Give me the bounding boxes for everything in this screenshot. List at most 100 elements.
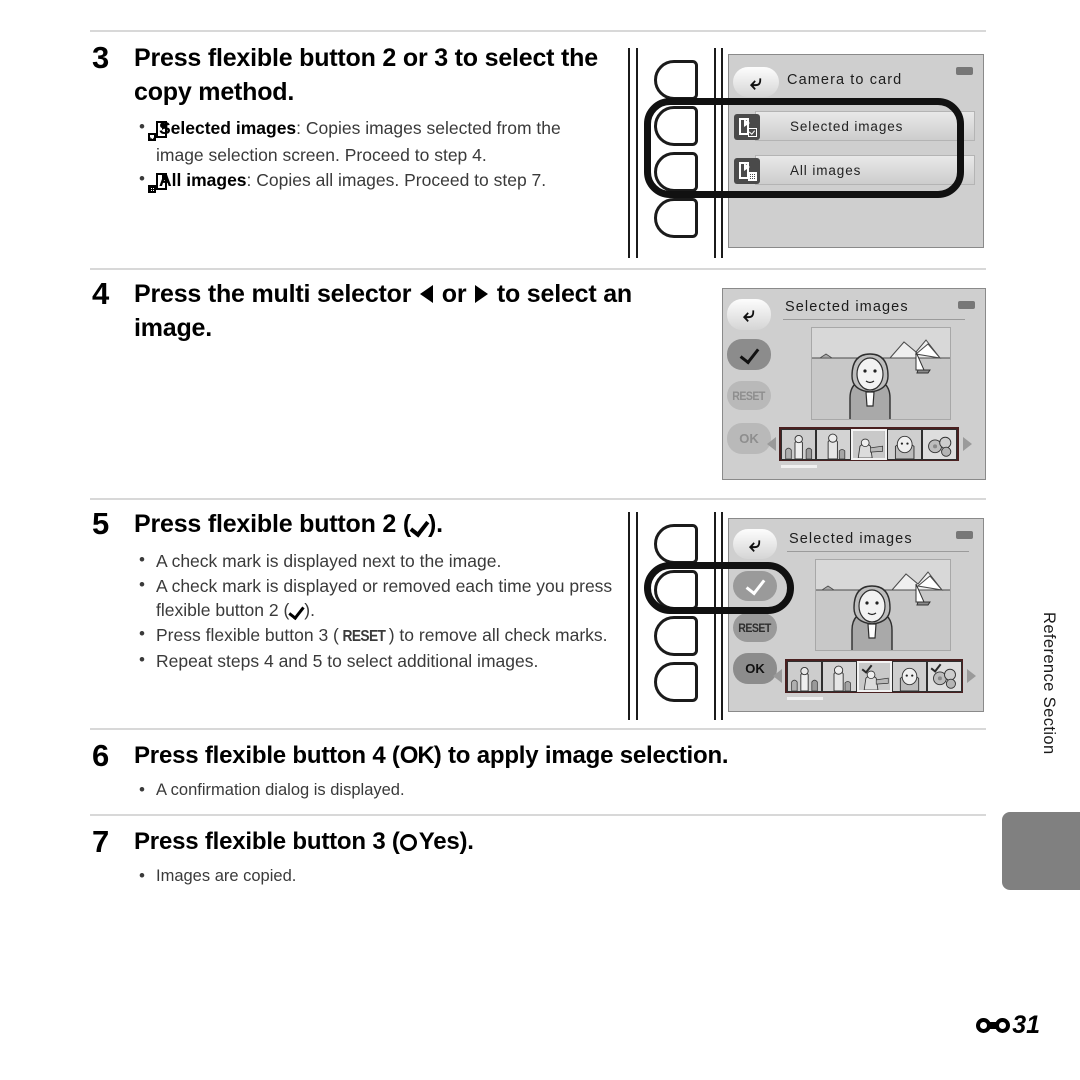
thumbnail-4[interactable] xyxy=(886,428,923,460)
lcd-screen-copy-menu: ⤷ Camera to card Selected images All ima… xyxy=(728,54,984,248)
step-7: 7 Press flexible button 3 (Yes). Images … xyxy=(92,826,972,889)
softkey-back[interactable]: ⤷ xyxy=(733,529,777,559)
section-divider xyxy=(90,30,986,32)
filmstrip-prev-arrow[interactable] xyxy=(773,669,782,683)
copy-all-icon xyxy=(734,158,760,184)
section-tab-marker xyxy=(1002,812,1080,890)
bullet-images-copied: Images are copied. xyxy=(134,864,972,888)
battery-icon xyxy=(956,531,973,539)
menu-item-all-images[interactable]: All images xyxy=(734,155,975,185)
menu-item-selected-images[interactable]: Selected images xyxy=(734,111,975,141)
step-heading-part: ). xyxy=(459,828,474,855)
softkey-check[interactable] xyxy=(733,571,777,601)
section-divider xyxy=(90,268,986,270)
check-icon xyxy=(411,519,428,535)
bullet-text: Press flexible button 3 ( xyxy=(156,624,339,645)
thumbnail-5[interactable] xyxy=(926,660,962,692)
thumbnail-2[interactable] xyxy=(821,660,857,692)
step-7-bullets: Images are copied. xyxy=(134,864,972,888)
thumbnail-filmstrip[interactable] xyxy=(785,659,963,693)
flexible-button-4[interactable] xyxy=(654,662,698,702)
lcd-screen-select-image: ⤷ RESET OK Selected images xyxy=(728,518,984,712)
thumbnail-check-icon xyxy=(862,664,871,673)
step-number: 6 xyxy=(92,738,110,773)
page-number: 31 xyxy=(1012,1011,1040,1039)
lcd-screen-select-image: ⤷ RESET OK Selected images xyxy=(722,288,986,480)
step-number: 4 xyxy=(92,276,110,311)
bullet-text: : Copies all images. Proceed to step 7. xyxy=(246,170,547,191)
step-heading: Press the multi selector or to select an… xyxy=(134,278,692,345)
bullet-check-toggle: A check mark is displayed or removed eac… xyxy=(134,573,632,622)
softkey-back[interactable]: ⤷ xyxy=(727,299,771,330)
flexible-button-1[interactable] xyxy=(654,524,698,564)
bullet-bold-label: All images xyxy=(159,170,247,191)
section-divider xyxy=(90,814,986,816)
multi-selector-right-icon xyxy=(475,285,489,303)
softkey-back[interactable]: ⤷ xyxy=(733,67,779,97)
step-5: 5 Press flexible button 2 (). A check ma… xyxy=(92,508,632,674)
image-preview xyxy=(815,559,951,651)
page-folio: 31 xyxy=(976,1011,1040,1040)
bullet-confirmation: A confirmation dialog is displayed. xyxy=(134,778,972,802)
flexible-button-3[interactable] xyxy=(654,152,698,192)
step-heading: Press flexible button 3 (Yes). xyxy=(134,826,972,858)
battery-icon xyxy=(958,301,975,309)
softkey-label: OK xyxy=(739,431,759,446)
step-heading-part: ) to apply image selection. xyxy=(433,742,729,769)
step-heading: Press flexible button 4 (OK) to apply im… xyxy=(134,740,972,772)
bullet-bold-label: Selected images xyxy=(159,118,297,138)
camera-edge-line xyxy=(714,512,716,720)
section-tab-label: Reference Section xyxy=(1040,612,1058,755)
bullet-repeat: Repeat steps 4 and 5 to select additiona… xyxy=(134,648,632,673)
bullet-selected-images: Selected images: Copies images selected … xyxy=(134,115,612,167)
camera-edge-line xyxy=(721,48,723,258)
thumbnail-4[interactable] xyxy=(891,660,927,692)
softkey-label: OK xyxy=(745,661,765,676)
filmstrip-next-arrow[interactable] xyxy=(967,669,976,683)
thumbnail-5[interactable] xyxy=(922,428,958,460)
flexible-button-2[interactable] xyxy=(654,106,698,146)
step-heading-part: Press the multi selector xyxy=(134,280,419,308)
section-divider xyxy=(90,728,986,730)
camera-edge-line xyxy=(636,48,638,258)
flexible-button-2[interactable] xyxy=(654,570,698,610)
camera-edge-line xyxy=(714,48,716,258)
thumbnail-1[interactable] xyxy=(786,660,822,692)
step-heading-part: or xyxy=(435,280,474,308)
step-4: 4 Press the multi selector or to select … xyxy=(92,278,692,345)
copy-selected-icon xyxy=(734,114,760,140)
step-heading: Press flexible button 2 (). xyxy=(134,508,632,542)
softkey-ok[interactable]: OK xyxy=(727,423,771,454)
filmstrip-next-arrow[interactable] xyxy=(963,437,972,451)
flexible-button-4[interactable] xyxy=(654,198,698,238)
softkey-label: RESET xyxy=(738,620,772,635)
camera-edge-line xyxy=(628,48,630,258)
bullet-reset: Press flexible button 3 (RESET) to remov… xyxy=(134,622,632,648)
flexible-button-1[interactable] xyxy=(654,60,698,100)
check-icon xyxy=(289,605,304,619)
thumbnail-2[interactable] xyxy=(815,428,852,460)
check-icon xyxy=(740,347,758,363)
flexible-button-3[interactable] xyxy=(654,616,698,656)
thumbnail-3[interactable] xyxy=(856,660,892,692)
thumbnail-filmstrip[interactable] xyxy=(779,427,959,461)
filmstrip-prev-arrow[interactable] xyxy=(767,437,776,451)
softkey-reset[interactable]: RESET xyxy=(727,381,771,410)
thumbnail-1[interactable] xyxy=(780,428,816,460)
binoculars-icon xyxy=(976,1017,1011,1035)
step-3: 3 Press flexible button 2 or 3 to select… xyxy=(92,42,612,196)
back-arrow-icon: ⤷ xyxy=(749,532,761,556)
menu-item-label: Selected images xyxy=(790,118,904,134)
softkey-ok[interactable]: OK xyxy=(733,653,777,684)
step-number: 7 xyxy=(92,824,110,859)
camera-edge-line xyxy=(636,512,638,720)
softkey-reset[interactable]: RESET xyxy=(733,613,777,642)
thumbnail-3[interactable] xyxy=(851,428,887,460)
lcd-title: Selected images xyxy=(787,531,969,552)
softkey-check[interactable] xyxy=(727,339,771,370)
softkey-label: RESET xyxy=(732,388,766,403)
check-icon xyxy=(746,578,764,594)
preview-artwork xyxy=(816,560,950,650)
step-heading-part: Press flexible button 4 ( xyxy=(134,742,400,769)
step-6: 6 Press flexible button 4 (OK) to apply … xyxy=(92,740,972,803)
